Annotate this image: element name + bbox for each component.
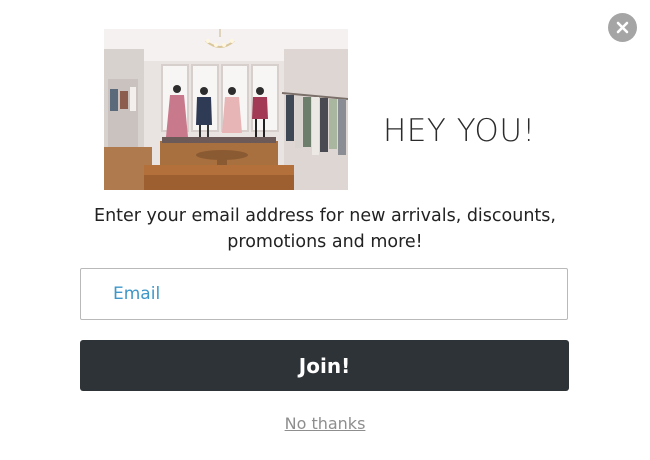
- headline: HEY YOU!: [383, 113, 536, 149]
- description-text: Enter your email address for new arrival…: [94, 206, 556, 252]
- email-field[interactable]: [80, 268, 568, 320]
- close-button[interactable]: [608, 13, 637, 42]
- store-photo: [104, 29, 348, 190]
- close-icon: [616, 21, 629, 34]
- no-thanks-link[interactable]: No thanks: [0, 414, 650, 433]
- join-button[interactable]: Join!: [80, 340, 569, 391]
